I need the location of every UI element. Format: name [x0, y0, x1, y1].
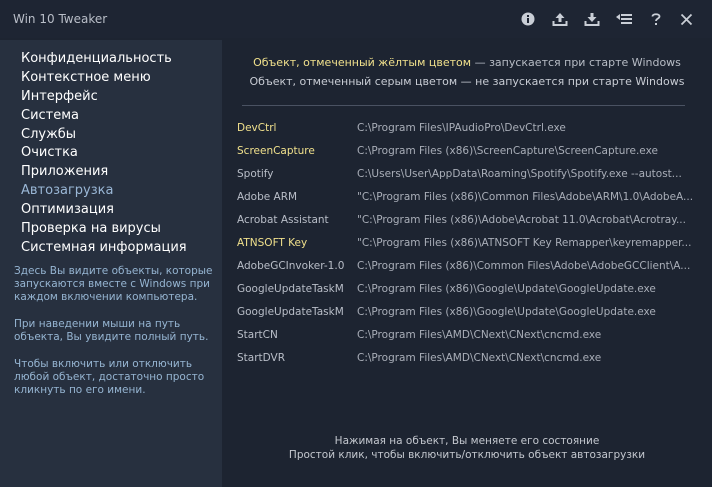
startup-row[interactable]: ScreenCapture C:\Program Files (x86)\Scre… — [237, 143, 702, 166]
legend-enabled-highlight: Объект, отмеченный жёлтым цветом — [253, 56, 472, 69]
sidebar-item-virus-scan[interactable]: Проверка на вирусы — [0, 220, 222, 239]
legend-enabled-rest: — запускается при старте Windows — [471, 56, 681, 69]
startup-item-path[interactable]: C:\Program Files\IPAudioPro\DevCtrl.exe — [357, 120, 702, 136]
footer-hint: Нажимая на объект, Вы меняете его состоя… — [222, 434, 712, 462]
sidebar-item-services[interactable]: Службы — [0, 126, 222, 145]
footer-hint-line2: Простой клик, чтобы включить/отключить о… — [288, 449, 646, 461]
sidebar: Конфиденциальность Контекстное меню Инте… — [0, 40, 222, 487]
help-text-overview: Здесь Вы видите объекты, которые запуска… — [14, 265, 213, 303]
startup-item-name[interactable]: GoogleUpdateTaskM — [237, 304, 353, 320]
footer-hint-line1: Нажимая на объект, Вы меняете его состоя… — [334, 435, 600, 447]
startup-item-name[interactable]: Spotify — [237, 166, 353, 182]
startup-item-path[interactable]: "C:\Program Files (x86)\Adobe\Acrobat 11… — [357, 212, 702, 228]
startup-row[interactable]: Adobe ARM "C:\Program Files (x86)\Common … — [237, 189, 702, 212]
help-icon[interactable] — [644, 8, 668, 30]
sidebar-item-context-menu[interactable]: Контекстное меню — [0, 69, 222, 88]
startup-item-name[interactable]: Acrobat Assistant — [237, 212, 353, 228]
sidebar-item-cleanup[interactable]: Очистка — [0, 144, 222, 163]
upload-icon[interactable] — [548, 8, 572, 30]
startup-item-name[interactable]: GoogleUpdateTaskM — [237, 281, 353, 297]
close-icon[interactable] — [674, 8, 698, 30]
startup-item-name[interactable]: ScreenCapture — [237, 143, 353, 159]
startup-item-path[interactable]: C:\Users\User\AppData\Roaming\Spotify\Sp… — [357, 166, 702, 182]
help-text-hover: При наведении мыши на путь объекта, Вы у… — [14, 318, 209, 343]
download-icon[interactable] — [580, 8, 604, 30]
startup-panel: Объект, отмеченный жёлтым цветом — запус… — [222, 38, 712, 487]
startup-item-path[interactable]: C:\Program Files (x86)\Google\Update\Goo… — [357, 304, 702, 320]
legend-enabled: Объект, отмеченный жёлтым цветом — запус… — [222, 56, 712, 69]
startup-item-name[interactable]: DevCtrl — [237, 120, 353, 136]
sidebar-item-startup[interactable]: Автозагрузка — [0, 182, 222, 201]
sidebar-item-system[interactable]: Система — [0, 107, 222, 126]
startup-item-name[interactable]: Adobe ARM — [237, 189, 353, 205]
startup-item-name[interactable]: AdobeGCInvoker-1.0 — [237, 258, 353, 274]
startup-row[interactable]: Acrobat Assistant "C:\Program Files (x86)… — [237, 212, 702, 235]
startup-list: DevCtrl C:\Program Files\IPAudioPro\DevCt… — [237, 120, 702, 373]
startup-item-name[interactable]: StartCN — [237, 327, 353, 343]
startup-row[interactable]: AdobeGCInvoker-1.0 C:\Program Files (x86)… — [237, 258, 702, 281]
startup-item-name[interactable]: ATNSOFT Key — [237, 235, 353, 251]
startup-item-path[interactable]: C:\Program Files (x86)\ScreenCapture\Scr… — [357, 143, 702, 159]
sidebar-item-privacy[interactable]: Конфиденциальность — [0, 50, 222, 69]
app-title: Win 10 Tweaker — [13, 12, 108, 26]
startup-item-name[interactable]: StartDVR — [237, 350, 353, 366]
help-text-toggle: Чтобы включить или отключить любой объек… — [14, 358, 205, 396]
startup-item-path[interactable]: C:\Program Files (x86)\Common Files\Adob… — [357, 258, 702, 274]
legend-disabled: Объект, отмеченный серым цветом — не зап… — [249, 75, 685, 88]
startup-row[interactable]: GoogleUpdateTaskM C:\Program Files (x86)\… — [237, 281, 702, 304]
startup-row[interactable]: StartCN C:\Program Files\AMD\CNext\CNext\… — [237, 327, 702, 350]
sidebar-item-interface[interactable]: Интерфейс — [0, 88, 222, 107]
startup-row[interactable]: DevCtrl C:\Program Files\IPAudioPro\DevCt… — [237, 120, 702, 143]
startup-row[interactable]: ATNSOFT Key "C:\Program Files (x86)\ATNSO… — [237, 235, 702, 258]
title-bar: Win 10 Tweaker — [0, 0, 712, 38]
sidebar-nav: Конфиденциальность Контекстное меню Инте… — [0, 50, 222, 258]
startup-row[interactable]: StartDVR C:\Program Files\AMD\CNext\CNext… — [237, 350, 702, 373]
sidebar-item-system-info[interactable]: Системная информация — [0, 239, 222, 258]
startup-item-path[interactable]: C:\Program Files\AMD\CNext\CNext\cncmd.e… — [357, 327, 702, 343]
sidebar-item-apps[interactable]: Приложения — [0, 163, 222, 182]
startup-item-path[interactable]: C:\Program Files (x86)\Google\Update\Goo… — [357, 281, 702, 297]
startup-item-path[interactable]: C:\Program Files\AMD\CNext\CNext\cncmd.e… — [357, 350, 702, 366]
divider — [242, 105, 685, 106]
startup-row[interactable]: GoogleUpdateTaskM C:\Program Files (x86)\… — [237, 304, 702, 327]
list-icon[interactable] — [612, 8, 636, 30]
info-icon[interactable] — [516, 8, 540, 30]
startup-item-path[interactable]: "C:\Program Files (x86)\Common Files\Ado… — [357, 189, 702, 205]
sidebar-item-optimization[interactable]: Оптимизация — [0, 201, 222, 220]
startup-row[interactable]: Spotify C:\Users\User\AppData\Roaming\Spo… — [237, 166, 702, 189]
startup-item-path[interactable]: "C:\Program Files (x86)\ATNSOFT Key Rema… — [357, 235, 702, 251]
